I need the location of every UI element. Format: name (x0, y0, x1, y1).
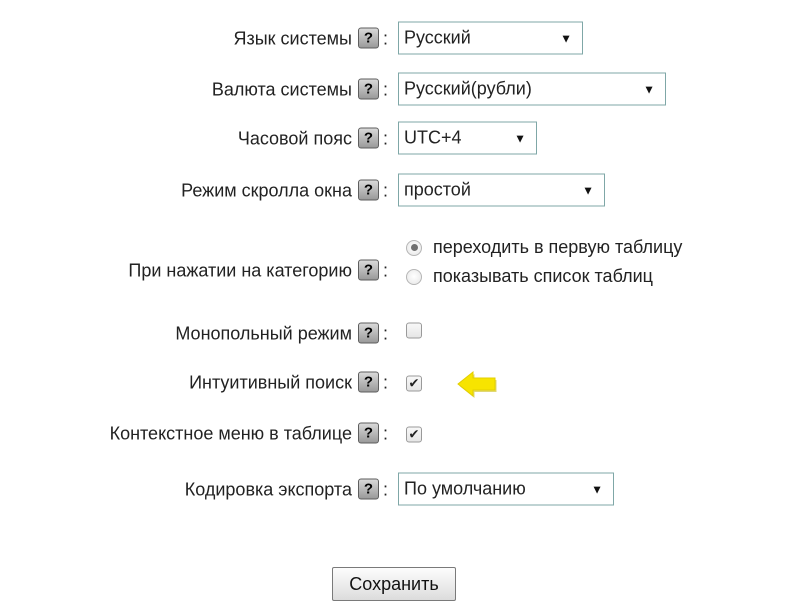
category-click-label: При нажатии на категорию (128, 260, 352, 280)
help-question-icon[interactable]: ? (357, 478, 379, 500)
help-question-icon[interactable]: ? (357, 179, 379, 201)
label-colon: : (382, 180, 388, 200)
label-colon: : (382, 323, 388, 343)
language-label-group: Язык системы ? : (233, 27, 388, 49)
currency-select[interactable]: Русский(рубли) ▼ (398, 72, 666, 106)
intuitive-search-checkbox[interactable]: ✔ (406, 375, 422, 391)
language-select-value: Русский (404, 27, 471, 48)
monopoly-mode-label-group: Монопольный режим ? : (175, 322, 388, 344)
chevron-down-icon: ▼ (591, 482, 603, 496)
radio-button[interactable] (406, 268, 422, 285)
export-encoding-label-group: Кодировка экспорта ? : (184, 478, 388, 500)
help-question-icon[interactable]: ? (357, 27, 379, 49)
timezone-row: Часовой пояс ? : UTC+4 ▼ (0, 120, 785, 156)
label-colon: : (382, 128, 388, 148)
help-question-icon[interactable]: ? (357, 371, 379, 393)
context-menu-control: ✔ (398, 423, 422, 444)
monopoly-mode-checkbox[interactable] (406, 322, 422, 339)
export-encoding-row: Кодировка экспорта ? : По умолчанию ▼ (0, 471, 785, 507)
intuitive-search-control: ✔ (398, 372, 422, 393)
currency-label-group: Валюта системы ? : (211, 78, 388, 100)
chevron-down-icon: ▼ (582, 183, 594, 197)
monopoly-mode-row: Монопольный режим ? : (0, 315, 785, 351)
label-colon: : (382, 372, 388, 392)
currency-select-value: Русский(рубли) (404, 78, 532, 99)
currency-row: Валюта системы ? : Русский(рубли) ▼ (0, 71, 785, 107)
timezone-select[interactable]: UTC+4 ▼ (398, 121, 537, 155)
language-row: Язык системы ? : Русский ▼ (0, 20, 785, 56)
chevron-down-icon: ▼ (514, 131, 526, 145)
currency-label: Валюта системы (211, 79, 352, 99)
monopoly-mode-label: Монопольный режим (175, 323, 352, 343)
help-question-icon[interactable]: ? (357, 78, 379, 100)
help-question-icon[interactable]: ? (357, 127, 379, 149)
chevron-down-icon: ▼ (560, 31, 572, 45)
category-click-radio-group: переходить в первую таблицу показывать с… (406, 233, 682, 291)
help-question-icon[interactable]: ? (357, 422, 379, 444)
radio-option-table-list[interactable]: показывать список таблиц (406, 262, 682, 291)
label-colon: : (382, 79, 388, 99)
label-colon: : (382, 28, 388, 48)
help-question-icon[interactable]: ? (357, 259, 379, 281)
language-select[interactable]: Русский ▼ (398, 21, 583, 55)
context-menu-checkbox[interactable]: ✔ (406, 426, 422, 442)
scroll-mode-select[interactable]: простой ▼ (398, 173, 605, 207)
scroll-mode-row: Режим скролла окна ? : простой ▼ (0, 172, 785, 208)
label-colon: : (382, 423, 388, 443)
export-encoding-select-value: По умолчанию (404, 478, 526, 499)
radio-button-checked[interactable] (406, 239, 422, 256)
label-colon: : (382, 260, 388, 280)
context-menu-row: Контекстное меню в таблице ? : ✔ (0, 415, 785, 451)
radio-option-label: показывать список таблиц (433, 266, 653, 286)
yellow-arrow-icon (457, 370, 497, 398)
context-menu-label-group: Контекстное меню в таблице ? : (109, 422, 388, 444)
scroll-mode-select-value: простой (404, 179, 471, 200)
language-label: Язык системы (233, 28, 352, 48)
intuitive-search-row: Интуитивный поиск ? : ✔ (0, 364, 785, 400)
export-encoding-select[interactable]: По умолчанию ▼ (398, 472, 614, 506)
category-click-label-group: При нажатии на категорию ? : (128, 259, 388, 281)
scroll-mode-label: Режим скролла окна (181, 180, 352, 200)
monopoly-mode-control (398, 322, 422, 344)
export-encoding-label: Кодировка экспорта (184, 479, 352, 499)
radio-option-label: переходить в первую таблицу (433, 237, 683, 257)
radio-option-first-table[interactable]: переходить в первую таблицу (406, 233, 682, 262)
intuitive-search-label-group: Интуитивный поиск ? : (189, 371, 388, 393)
timezone-select-value: UTC+4 (404, 127, 462, 148)
intuitive-search-label: Интуитивный поиск (189, 372, 352, 392)
save-button[interactable]: Сохранить (332, 567, 456, 601)
scroll-mode-label-group: Режим скролла окна ? : (181, 179, 388, 201)
help-question-icon[interactable]: ? (357, 322, 379, 344)
timezone-label: Часовой пояс (237, 128, 352, 148)
context-menu-label: Контекстное меню в таблице (109, 423, 352, 443)
label-colon: : (382, 479, 388, 499)
timezone-label-group: Часовой пояс ? : (237, 127, 388, 149)
chevron-down-icon: ▼ (643, 82, 655, 96)
